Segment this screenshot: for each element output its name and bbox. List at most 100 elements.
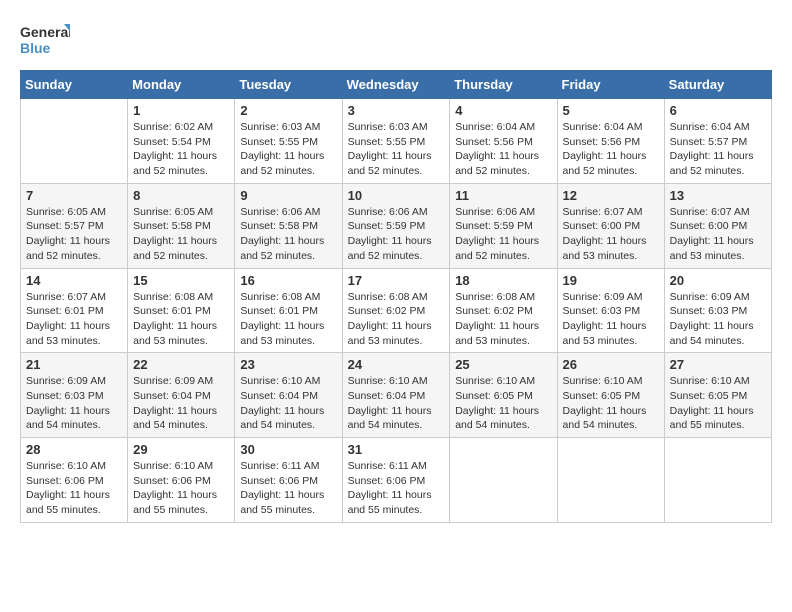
day-number: 21: [26, 357, 122, 372]
day-info: Sunrise: 6:09 AMSunset: 6:03 PMDaylight:…: [26, 374, 122, 433]
day-info: Sunrise: 6:11 AMSunset: 6:06 PMDaylight:…: [240, 459, 336, 518]
calendar-cell: 28 Sunrise: 6:10 AMSunset: 6:06 PMDayligh…: [21, 438, 128, 523]
calendar-cell: 21 Sunrise: 6:09 AMSunset: 6:03 PMDayligh…: [21, 353, 128, 438]
day-number: 5: [563, 103, 659, 118]
day-info: Sunrise: 6:02 AMSunset: 5:54 PMDaylight:…: [133, 120, 229, 179]
day-number: 26: [563, 357, 659, 372]
calendar-cell: 31 Sunrise: 6:11 AMSunset: 6:06 PMDayligh…: [342, 438, 450, 523]
day-number: 31: [348, 442, 445, 457]
day-number: 28: [26, 442, 122, 457]
calendar-cell: 9 Sunrise: 6:06 AMSunset: 5:58 PMDaylight…: [235, 183, 342, 268]
day-number: 9: [240, 188, 336, 203]
weekday-header-wednesday: Wednesday: [342, 71, 450, 99]
calendar-cell: 8 Sunrise: 6:05 AMSunset: 5:58 PMDaylight…: [128, 183, 235, 268]
calendar-cell: 22 Sunrise: 6:09 AMSunset: 6:04 PMDayligh…: [128, 353, 235, 438]
calendar-cell: 20 Sunrise: 6:09 AMSunset: 6:03 PMDayligh…: [664, 268, 771, 353]
day-info: Sunrise: 6:10 AMSunset: 6:06 PMDaylight:…: [133, 459, 229, 518]
day-info: Sunrise: 6:10 AMSunset: 6:05 PMDaylight:…: [563, 374, 659, 433]
week-row-1: 1 Sunrise: 6:02 AMSunset: 5:54 PMDaylight…: [21, 99, 772, 184]
calendar-cell: 29Sunrise: 6:10 AMSunset: 6:06 PMDayligh…: [128, 438, 235, 523]
day-info: Sunrise: 6:08 AMSunset: 6:02 PMDaylight:…: [455, 290, 551, 349]
calendar-cell: 14Sunrise: 6:07 AMSunset: 6:01 PMDayligh…: [21, 268, 128, 353]
day-number: 2: [240, 103, 336, 118]
calendar-cell: 23 Sunrise: 6:10 AMSunset: 6:04 PMDayligh…: [235, 353, 342, 438]
day-info: Sunrise: 6:08 AMSunset: 6:01 PMDaylight:…: [240, 290, 336, 349]
day-info: Sunrise: 6:10 AMSunset: 6:04 PMDaylight:…: [240, 374, 336, 433]
day-info: Sunrise: 6:09 AMSunset: 6:04 PMDaylight:…: [133, 374, 229, 433]
day-info: Sunrise: 6:10 AMSunset: 6:06 PMDaylight:…: [26, 459, 122, 518]
day-info: Sunrise: 6:06 AMSunset: 5:58 PMDaylight:…: [240, 205, 336, 264]
calendar-cell: 12 Sunrise: 6:07 AMSunset: 6:00 PMDayligh…: [557, 183, 664, 268]
weekday-header-thursday: Thursday: [450, 71, 557, 99]
day-info: Sunrise: 6:04 AMSunset: 5:56 PMDaylight:…: [563, 120, 659, 179]
calendar-cell: 25Sunrise: 6:10 AMSunset: 6:05 PMDayligh…: [450, 353, 557, 438]
weekday-header-friday: Friday: [557, 71, 664, 99]
calendar-cell: 27 Sunrise: 6:10 AMSunset: 6:05 PMDayligh…: [664, 353, 771, 438]
calendar-cell: 26 Sunrise: 6:10 AMSunset: 6:05 PMDayligh…: [557, 353, 664, 438]
day-info: Sunrise: 6:09 AMSunset: 6:03 PMDaylight:…: [563, 290, 659, 349]
calendar-cell: 17 Sunrise: 6:08 AMSunset: 6:02 PMDayligh…: [342, 268, 450, 353]
day-info: Sunrise: 6:10 AMSunset: 6:05 PMDaylight:…: [670, 374, 766, 433]
day-number: 1: [133, 103, 229, 118]
calendar-cell: 2 Sunrise: 6:03 AMSunset: 5:55 PMDaylight…: [235, 99, 342, 184]
day-number: 25: [455, 357, 551, 372]
day-info: Sunrise: 6:03 AMSunset: 5:55 PMDaylight:…: [348, 120, 445, 179]
day-number: 4: [455, 103, 551, 118]
weekday-header-monday: Monday: [128, 71, 235, 99]
weekday-header-sunday: Sunday: [21, 71, 128, 99]
calendar-cell: 6 Sunrise: 6:04 AMSunset: 5:57 PMDaylight…: [664, 99, 771, 184]
day-number: 19: [563, 273, 659, 288]
day-number: 27: [670, 357, 766, 372]
svg-text:General: General: [20, 24, 70, 40]
day-info: Sunrise: 6:05 AMSunset: 5:58 PMDaylight:…: [133, 205, 229, 264]
day-info: Sunrise: 6:10 AMSunset: 6:04 PMDaylight:…: [348, 374, 445, 433]
calendar-cell: 10 Sunrise: 6:06 AMSunset: 5:59 PMDayligh…: [342, 183, 450, 268]
week-row-4: 21 Sunrise: 6:09 AMSunset: 6:03 PMDayligh…: [21, 353, 772, 438]
day-number: 20: [670, 273, 766, 288]
calendar-cell: [664, 438, 771, 523]
day-info: Sunrise: 6:04 AMSunset: 5:57 PMDaylight:…: [670, 120, 766, 179]
day-number: 15: [133, 273, 229, 288]
svg-text:Blue: Blue: [20, 40, 51, 56]
day-number: 8: [133, 188, 229, 203]
day-number: 23: [240, 357, 336, 372]
day-info: Sunrise: 6:07 AMSunset: 6:00 PMDaylight:…: [670, 205, 766, 264]
calendar-cell: 3 Sunrise: 6:03 AMSunset: 5:55 PMDaylight…: [342, 99, 450, 184]
header: General Blue: [20, 20, 772, 60]
calendar-cell: 1 Sunrise: 6:02 AMSunset: 5:54 PMDaylight…: [128, 99, 235, 184]
day-number: 12: [563, 188, 659, 203]
day-number: 6: [670, 103, 766, 118]
calendar-cell: 16 Sunrise: 6:08 AMSunset: 6:01 PMDayligh…: [235, 268, 342, 353]
week-row-2: 7Sunrise: 6:05 AMSunset: 5:57 PMDaylight…: [21, 183, 772, 268]
calendar-cell: [21, 99, 128, 184]
day-number: 3: [348, 103, 445, 118]
day-info: Sunrise: 6:06 AMSunset: 5:59 PMDaylight:…: [455, 205, 551, 264]
week-row-5: 28 Sunrise: 6:10 AMSunset: 6:06 PMDayligh…: [21, 438, 772, 523]
calendar-cell: 11 Sunrise: 6:06 AMSunset: 5:59 PMDayligh…: [450, 183, 557, 268]
day-info: Sunrise: 6:07 AMSunset: 6:00 PMDaylight:…: [563, 205, 659, 264]
day-info: Sunrise: 6:06 AMSunset: 5:59 PMDaylight:…: [348, 205, 445, 264]
day-number: 16: [240, 273, 336, 288]
day-info: Sunrise: 6:09 AMSunset: 6:03 PMDaylight:…: [670, 290, 766, 349]
day-number: 22: [133, 357, 229, 372]
day-number: 13: [670, 188, 766, 203]
calendar-cell: 19 Sunrise: 6:09 AMSunset: 6:03 PMDayligh…: [557, 268, 664, 353]
day-number: 17: [348, 273, 445, 288]
day-info: Sunrise: 6:07 AMSunset: 6:01 PMDaylight:…: [26, 290, 122, 349]
day-info: Sunrise: 6:11 AMSunset: 6:06 PMDaylight:…: [348, 459, 445, 518]
logo: General Blue: [20, 20, 70, 60]
calendar-cell: [450, 438, 557, 523]
day-number: 18: [455, 273, 551, 288]
day-number: 11: [455, 188, 551, 203]
calendar-cell: [557, 438, 664, 523]
calendar-cell: 5 Sunrise: 6:04 AMSunset: 5:56 PMDaylight…: [557, 99, 664, 184]
calendar-cell: 18 Sunrise: 6:08 AMSunset: 6:02 PMDayligh…: [450, 268, 557, 353]
day-number: 30: [240, 442, 336, 457]
day-info: Sunrise: 6:04 AMSunset: 5:56 PMDaylight:…: [455, 120, 551, 179]
day-info: Sunrise: 6:08 AMSunset: 6:02 PMDaylight:…: [348, 290, 445, 349]
calendar-table: SundayMondayTuesdayWednesdayThursdayFrid…: [20, 70, 772, 523]
calendar-cell: 13 Sunrise: 6:07 AMSunset: 6:00 PMDayligh…: [664, 183, 771, 268]
weekday-header-row: SundayMondayTuesdayWednesdayThursdayFrid…: [21, 71, 772, 99]
day-info: Sunrise: 6:03 AMSunset: 5:55 PMDaylight:…: [240, 120, 336, 179]
day-number: 10: [348, 188, 445, 203]
